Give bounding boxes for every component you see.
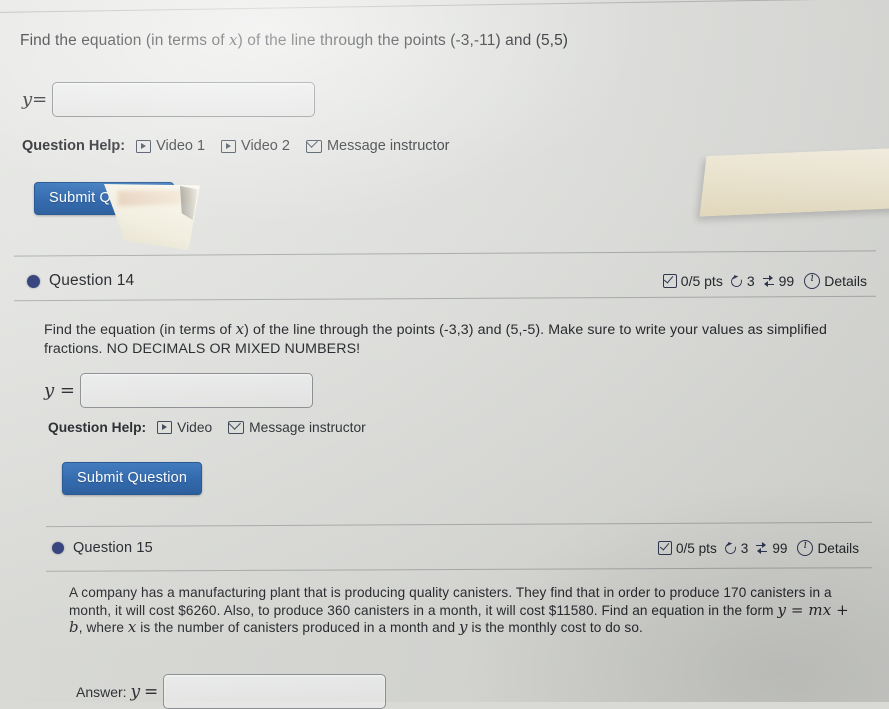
question-13-prompt-prefix: Find the equation (in terms of: [20, 32, 230, 49]
question-15-answer-label-var: y: [130, 681, 141, 702]
question-13-prompt-suffix: ) of the line through the points (-3,-11…: [237, 32, 569, 49]
question-14-attempts: 3: [730, 273, 755, 289]
question-15-prompt: A company has a manufacturing plant that…: [69, 584, 864, 637]
question-14-help-row: Question Help: Video Message instructor: [48, 420, 375, 435]
checkbox-check-icon: [657, 541, 672, 555]
question-14-attempts-label: 3: [746, 273, 755, 289]
question-15-prompt-line3-a: Find an equation in the form: [601, 602, 778, 618]
retry-circular-arrow-icon: [730, 275, 743, 288]
question-14-title: Question 14: [49, 272, 135, 289]
question-15-points-label: 0/5 pts: [675, 540, 717, 556]
question-status-bullet-icon: [27, 274, 40, 288]
question-13-help-label: Question Help:: [22, 138, 126, 154]
question-15-prompt-line3-b: , where: [78, 620, 128, 635]
video-play-icon: [136, 139, 152, 153]
question-15-swaps-label: 99: [772, 540, 788, 556]
swap-arrows-icon: [755, 542, 768, 555]
question-14-details-label: Details: [824, 273, 867, 289]
question-15-answer-label: Answer: y =: [76, 682, 158, 702]
question-15-answer-label-text: Answer:: [76, 683, 127, 700]
question-13-prompt: Find the equation (in terms of x) of the…: [20, 30, 870, 51]
question-14-answer-input[interactable]: [80, 373, 313, 408]
question-15-title-wrap: Question 15: [0, 540, 153, 556]
question-14-points: 0/5 pts: [662, 273, 723, 289]
video-play-icon: [221, 139, 237, 153]
question-14-title-wrap: Question 14: [0, 272, 134, 290]
question-14-prompt-line1-a: Find the equation (in terms of: [44, 322, 236, 338]
question-15-details-link[interactable]: Details: [797, 538, 859, 556]
question-15-prompt-variable-y: y: [459, 618, 468, 636]
question-13-video-2-link[interactable]: Video 2: [221, 138, 290, 154]
question-14-points-label: 0/5 pts: [680, 273, 723, 289]
question-13-answer-label: y=: [22, 89, 47, 110]
question-14-answer-label-var: y: [44, 380, 55, 401]
question-15-header: Question 15 0/5 pts 3 99 Details: [0, 533, 889, 563]
envelope-icon: [305, 139, 322, 153]
info-circle-icon: [804, 271, 821, 289]
question-15-attempts-label: 3: [740, 540, 749, 556]
question-14-meta: 0/5 pts 3 99 Details: [662, 271, 889, 289]
question-15-prompt-line3-c: is the number of canisters produced in a…: [136, 620, 459, 635]
question-15-answer-label-eq: =: [143, 681, 159, 702]
retry-circular-arrow-icon: [724, 542, 737, 555]
question-15-details-label: Details: [817, 540, 859, 556]
question-15-meta: 0/5 pts 3 99 Details: [657, 538, 889, 556]
question-14-submit-button[interactable]: Submit Question: [62, 462, 203, 495]
question-14-answer-label-eq: =: [59, 380, 75, 401]
swap-arrows-icon: [762, 275, 775, 288]
question-14-swaps-label: 99: [778, 273, 795, 289]
question-15-prompt-line1: A company has a manufacturing plant that…: [69, 585, 720, 600]
question-14-prompt-variable: x: [235, 320, 245, 338]
question-13-message-instructor-label: Message instructor: [326, 138, 450, 154]
question-15-answer-input[interactable]: [163, 674, 387, 709]
question-14-help-label: Question Help:: [48, 420, 147, 435]
question-13-message-instructor-link[interactable]: Message instructor: [305, 138, 450, 154]
question-13-submit-button[interactable]: Submit Question: [34, 182, 175, 215]
question-14-swaps: 99: [762, 273, 795, 289]
question-13-answer-label-eq: =: [32, 89, 48, 110]
question-14-prompt: Find the equation (in terms of x) of the…: [44, 320, 870, 359]
question-15-answer-row: Answer: y =: [76, 674, 387, 709]
question-13-video-2-label: Video 2: [241, 138, 290, 154]
question-status-bullet-icon: [52, 542, 64, 554]
question-15-attempts: 3: [724, 541, 749, 556]
checkbox-check-icon: [662, 274, 677, 288]
question-13-prompt-variable: x: [229, 31, 238, 49]
question-13-answer-input[interactable]: [52, 82, 316, 117]
question-14-message-instructor-label: Message instructor: [249, 420, 366, 435]
question-14-video-label: Video: [177, 420, 213, 435]
question-14-message-instructor-link[interactable]: Message instructor: [228, 420, 366, 435]
question-15-swaps: 99: [755, 541, 787, 556]
question-13-video-1-link[interactable]: Video 1: [136, 138, 205, 154]
question-14-answer-row: y =: [44, 373, 313, 408]
info-circle-icon: [797, 538, 814, 556]
question-14-answer-label: y =: [44, 380, 75, 401]
question-13-answer-row: y=: [22, 82, 316, 117]
video-play-icon: [157, 421, 173, 434]
question-14-header: Question 14 0/5 pts 3 99 Details: [0, 266, 889, 296]
question-14-video-link[interactable]: Video: [157, 420, 212, 435]
question-13-video-1-label: Video 1: [156, 138, 206, 154]
question-15-title: Question 15: [73, 540, 153, 556]
question-15-points: 0/5 pts: [657, 540, 717, 556]
question-14-details-link[interactable]: Details: [804, 271, 867, 289]
envelope-icon: [228, 421, 245, 434]
question-14-prompt-line1-b: ) of the line through the points (-3,3) …: [244, 322, 698, 338]
question-13-help-row: Question Help: Video 1 Video 2 Message i…: [22, 138, 458, 154]
question-13-answer-label-var: y: [22, 89, 33, 110]
question-15-prompt-line4: is the monthly cost to do so.: [471, 620, 643, 635]
